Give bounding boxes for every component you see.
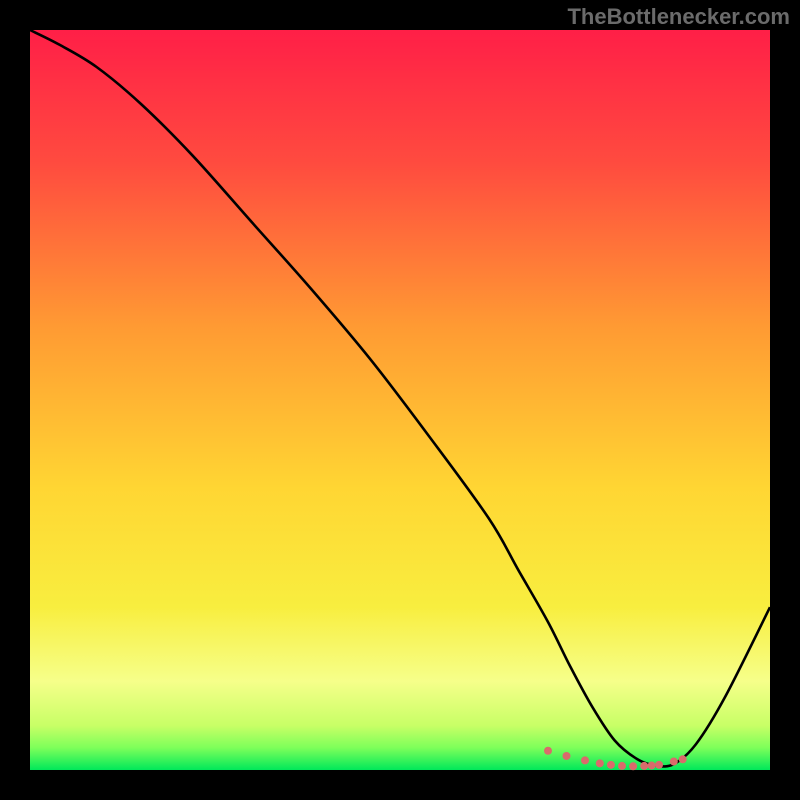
optimal-point <box>607 761 615 769</box>
optimal-point <box>679 755 687 763</box>
attribution-label: TheBottlenecker.com <box>567 4 790 30</box>
optimal-point <box>581 756 589 764</box>
chart-svg <box>0 0 800 800</box>
chart-container: TheBottlenecker.com <box>0 0 800 800</box>
optimal-point <box>563 752 571 760</box>
optimal-point <box>670 757 678 765</box>
optimal-point <box>629 762 637 770</box>
plot-background <box>30 30 770 770</box>
optimal-point <box>618 762 626 770</box>
optimal-point <box>640 762 648 770</box>
optimal-point <box>544 747 552 755</box>
optimal-point <box>655 761 663 769</box>
optimal-point <box>648 762 656 770</box>
optimal-point <box>596 759 604 767</box>
